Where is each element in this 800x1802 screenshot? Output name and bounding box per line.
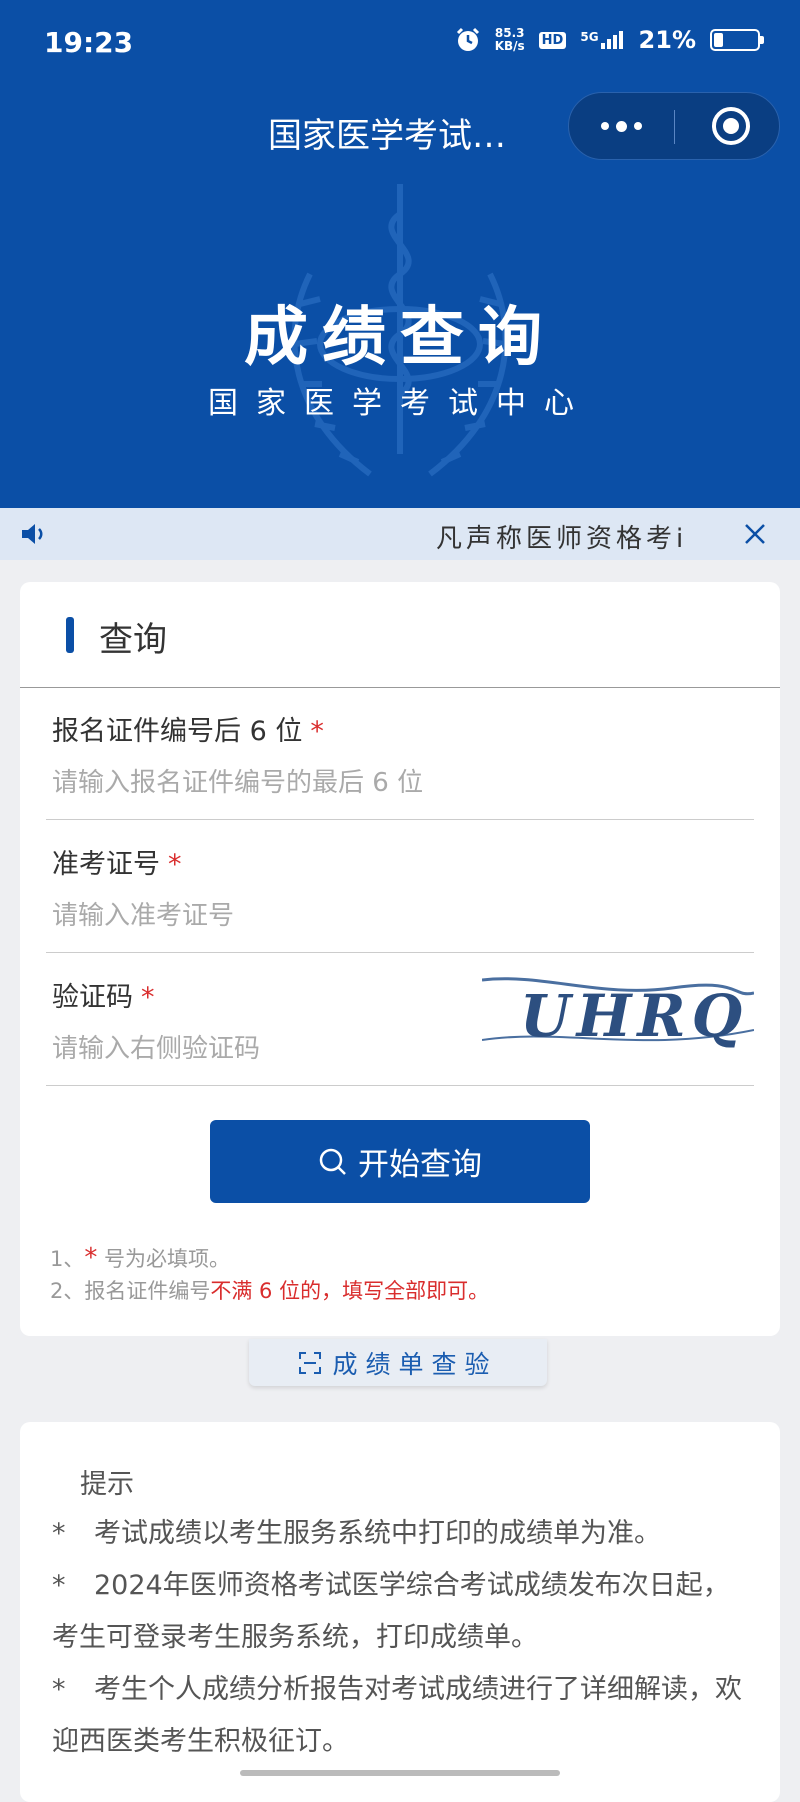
close-icon[interactable] <box>742 521 768 547</box>
required-mark: * <box>141 982 155 1013</box>
form-notes: 1、* 号为必填项。 2、报名证件编号不满 6 位的，填写全部即可。 <box>50 1243 490 1303</box>
network-speed: 85.3 KB/s <box>494 26 525 53</box>
more-icon[interactable] <box>569 93 674 159</box>
hd-badge: HD <box>538 31 567 49</box>
alarm-icon <box>456 27 479 51</box>
id-number-field: 报名证件编号后 6 位 * <box>46 687 754 820</box>
ticket-number-field: 准考证号 * <box>46 820 754 953</box>
battery-percent: 21% <box>638 26 696 54</box>
tips-list: * 考试成绩以考生服务系统中打印的成绩单为准。 * 2024年医师资格考试医学综合考… <box>52 1508 752 1768</box>
status-bar: 19:23 85.3 KB/s HD 5G 21% <box>0 0 800 86</box>
search-icon <box>319 1148 346 1175</box>
tips-card: 提示 * 考试成绩以考生服务系统中打印的成绩单为准。 * 2024年医师资格考试医学… <box>20 1422 780 1802</box>
score-report-verify-button[interactable]: 成绩单查验 <box>249 1339 547 1386</box>
hero-subtitle: 国家医学考试中心 <box>208 386 592 421</box>
start-query-label: 开始查询 <box>358 1147 482 1183</box>
hero-title: 成绩查询 <box>244 301 556 375</box>
required-mark: * <box>168 849 182 880</box>
battery-icon <box>710 29 764 51</box>
tip-item: * 考生个人成绩分析报告对考试成绩进行了详细解读，欢迎西医类考生积极征订。 <box>52 1674 742 1757</box>
notice-bar[interactable]: 凡声称医师资格考i <box>0 508 800 560</box>
captcha-image[interactable]: UHRQ <box>482 968 754 1068</box>
ticket-number-input[interactable] <box>52 896 472 936</box>
mini-program-capsule <box>568 92 780 160</box>
id-number-label: 报名证件编号后 6 位 <box>52 716 303 747</box>
status-icons: 85.3 KB/s HD 5G 21% <box>455 26 764 54</box>
required-mark: * <box>310 716 324 747</box>
tip-item: * 2024年医师资格考试医学综合考试成绩发布次日起，考生可登录考生服务系统，打印… <box>52 1570 730 1653</box>
ticket-number-label: 准考证号 <box>52 849 160 880</box>
status-time: 19:23 <box>44 26 134 59</box>
start-query-button[interactable]: 开始查询 <box>210 1120 590 1203</box>
captcha-input[interactable] <box>52 1029 452 1069</box>
scan-icon <box>299 1351 322 1374</box>
tips-title: 提示 <box>80 1469 134 1500</box>
captcha-label: 验证码 <box>52 982 133 1013</box>
svg-text:UHRQ: UHRQ <box>520 982 748 1050</box>
page-header: 国家医学考试… 成绩查询 国家医学考试中心 <box>0 86 800 508</box>
card-header: 查询 <box>20 582 780 688</box>
card-title: 查询 <box>99 620 167 660</box>
id-number-input[interactable] <box>52 763 472 803</box>
nav-title: 国家医学考试… <box>268 116 506 156</box>
tip-item: * 考试成绩以考生服务系统中打印的成绩单为准。 <box>52 1518 661 1549</box>
home-indicator[interactable] <box>240 1770 560 1776</box>
notice-text: 凡声称医师资格考i <box>436 524 688 554</box>
query-card: 查询 报名证件编号后 6 位* 准考证号* 验证码* UHRQ 开始查询 1、*… <box>20 582 780 1336</box>
title-accent-bar <box>66 617 74 653</box>
speaker-icon <box>22 524 43 544</box>
close-mini-program-icon[interactable] <box>712 107 750 145</box>
signal-icon: 5G <box>580 31 624 49</box>
